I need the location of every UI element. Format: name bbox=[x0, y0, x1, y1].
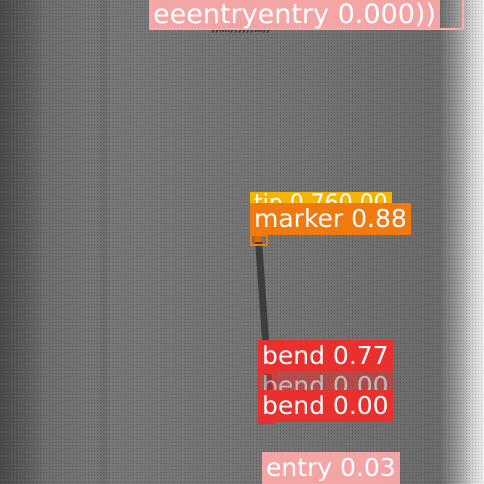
image-noise bbox=[0, 0, 484, 484]
label-marker: marker 0.88 bbox=[250, 203, 411, 235]
xray-image: ))‚‚‚‚))))))‚‚‚)) eeentryentry 0.000)) t… bbox=[0, 0, 484, 484]
shade-strip bbox=[97, 0, 111, 484]
label-entry-top: eeentryentry 0.000)) bbox=[149, 0, 440, 30]
label-bend-1: bend 0.77 bbox=[258, 340, 393, 372]
detection-box-marker bbox=[250, 234, 268, 246]
label-bend-3: bend 0.00 bbox=[258, 390, 393, 422]
label-entry-bottom: entry 0.03 bbox=[262, 452, 400, 484]
